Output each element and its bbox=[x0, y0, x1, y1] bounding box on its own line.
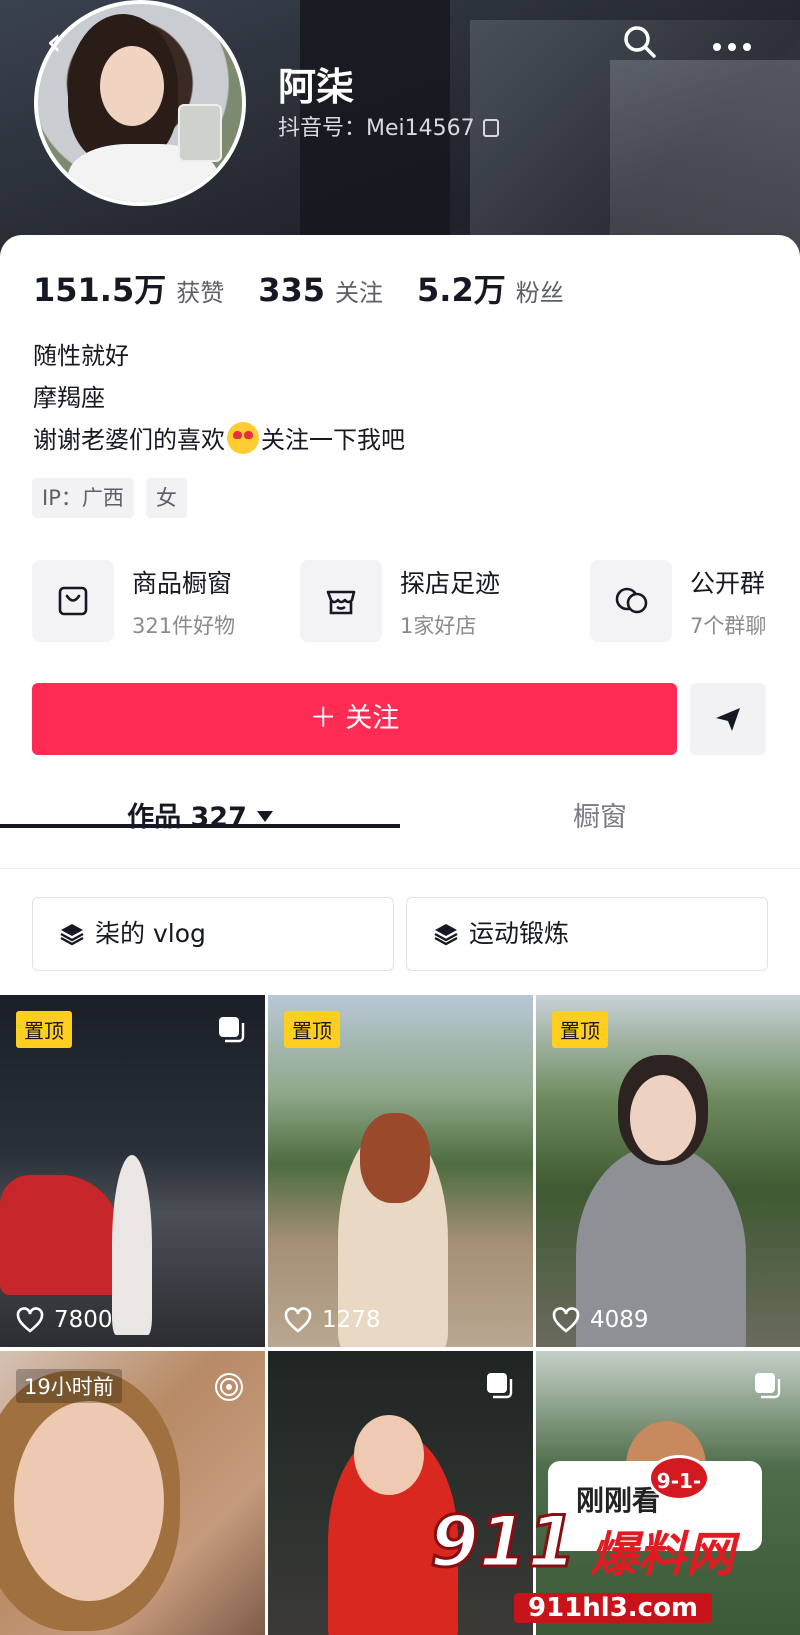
bio-text: 谢谢老婆们的喜欢 bbox=[33, 426, 225, 454]
video-tile[interactable]: 置顶 4089 bbox=[536, 995, 800, 1347]
feature-shop-window[interactable]: 商品橱窗 321件好物 bbox=[32, 560, 282, 644]
watermark-number: 911 bbox=[428, 1500, 577, 1585]
stat-value: 151.5万 bbox=[33, 271, 167, 309]
person bbox=[14, 1401, 164, 1601]
send-message-button[interactable] bbox=[690, 683, 766, 755]
multi-image-icon bbox=[219, 1017, 245, 1043]
profile-tags: IP：广西 女 bbox=[32, 478, 199, 518]
chat-icon bbox=[590, 560, 672, 642]
layers-icon bbox=[60, 924, 84, 946]
bio-line: 随性就好 bbox=[33, 342, 129, 370]
username: 阿柒 bbox=[278, 65, 355, 109]
stat-value: 335 bbox=[258, 271, 326, 309]
douyin-id: 抖音号：Mei14567 bbox=[278, 110, 499, 142]
content-tabs: 作品 327 橱窗 bbox=[0, 775, 800, 869]
video-tile[interactable]: 置顶 7800 bbox=[0, 995, 265, 1347]
feature-title: 公开群 bbox=[690, 569, 766, 598]
like-count: 7800 bbox=[16, 1307, 113, 1333]
stats-row: 151.5万 获赞 335 关注 5.2万 粉丝 bbox=[33, 265, 598, 309]
watermark-brand: 爆料网 bbox=[590, 1527, 735, 1583]
like-number: 1278 bbox=[322, 1307, 381, 1333]
video-tile[interactable]: 19小时前 bbox=[0, 1351, 265, 1635]
heart-icon bbox=[284, 1307, 312, 1333]
caret-down-icon bbox=[256, 811, 273, 822]
pinned-badge: 置顶 bbox=[552, 1011, 608, 1048]
stat-label: 关注 bbox=[335, 279, 384, 307]
multi-image-icon bbox=[755, 1373, 781, 1399]
stat-value: 5.2万 bbox=[417, 271, 506, 309]
tab-shop-window[interactable]: 橱窗 bbox=[400, 775, 800, 869]
collection-label: 柒的 vlog bbox=[95, 919, 206, 948]
shopping-bag-icon bbox=[32, 560, 114, 642]
feature-store-visits[interactable]: 探店足迹 1家好店 bbox=[300, 560, 550, 644]
watermark-seal: 9-1-1 bbox=[648, 1455, 710, 1539]
douyin-id-text: 抖音号：Mei14567 bbox=[278, 116, 475, 141]
stat-following[interactable]: 335 关注 bbox=[258, 271, 383, 309]
feature-title: 商品橱窗 bbox=[132, 569, 233, 598]
store-icon bbox=[300, 560, 382, 642]
tab-works[interactable]: 作品 327 bbox=[0, 775, 400, 869]
tab-indicator bbox=[0, 824, 400, 828]
bio-line: 摩羯座 bbox=[33, 384, 105, 412]
tab-label: 作品 327 bbox=[127, 802, 247, 833]
stat-followers[interactable]: 5.2万 粉丝 bbox=[417, 265, 564, 311]
pinned-badge: 置顶 bbox=[16, 1011, 72, 1048]
profile-header: ‹ 阿柒 抖音号：Mei14567 bbox=[0, 0, 800, 260]
gender-tag: 女 bbox=[145, 478, 187, 518]
stat-label: 粉丝 bbox=[515, 279, 564, 307]
layers-icon bbox=[434, 924, 458, 946]
feature-subtitle: 1家好店 bbox=[400, 614, 477, 638]
collection-label: 运动锻炼 bbox=[469, 919, 570, 948]
feature-entries: 商品橱窗 321件好物 探店足迹 1家好店 公开群 7个群聊 bbox=[32, 560, 792, 644]
follow-button[interactable]: ＋ 关注 bbox=[32, 683, 677, 755]
feature-public-groups[interactable]: 公开群 7个群聊 bbox=[590, 560, 800, 644]
back-icon[interactable]: ‹ bbox=[46, 22, 90, 66]
ip-tag: IP：广西 bbox=[32, 478, 134, 518]
like-number: 4089 bbox=[590, 1307, 649, 1333]
heart-icon bbox=[552, 1307, 580, 1333]
like-count: 1278 bbox=[284, 1307, 381, 1333]
live-icon bbox=[215, 1373, 243, 1401]
pinned-badge: 置顶 bbox=[284, 1011, 340, 1048]
stat-label: 获赞 bbox=[176, 279, 225, 307]
person bbox=[112, 1155, 152, 1335]
bio: 随性就好 摩羯座 谢谢老婆们的喜欢 关注一下我吧 bbox=[33, 335, 405, 461]
multi-image-icon bbox=[487, 1373, 513, 1399]
collections-row: 柒的 vlog 运动锻炼 bbox=[32, 897, 768, 971]
copy-icon[interactable] bbox=[482, 119, 499, 137]
collection-vlog[interactable]: 柒的 vlog bbox=[32, 897, 394, 971]
search-icon[interactable] bbox=[622, 24, 666, 68]
feature-title: 探店足迹 bbox=[400, 569, 501, 598]
feature-subtitle: 7个群聊 bbox=[690, 614, 767, 638]
stat-likes[interactable]: 151.5万 获赞 bbox=[33, 265, 224, 311]
heart-eyes-emoji-icon bbox=[227, 422, 259, 454]
more-icon[interactable] bbox=[712, 28, 756, 64]
heart-icon bbox=[16, 1307, 44, 1333]
send-icon bbox=[716, 708, 740, 731]
like-count: 4089 bbox=[552, 1307, 649, 1333]
video-tile[interactable]: 置顶 1278 bbox=[268, 995, 533, 1347]
red-car bbox=[0, 1175, 120, 1295]
feature-subtitle: 321件好物 bbox=[132, 614, 236, 638]
header-background-stone bbox=[610, 60, 800, 260]
collection-workout[interactable]: 运动锻炼 bbox=[406, 897, 768, 971]
bio-text: 关注一下我吧 bbox=[261, 426, 405, 454]
profile-card: 151.5万 获赞 335 关注 5.2万 粉丝 随性就好 摩羯座 谢谢老婆们的喜欢 关… bbox=[0, 235, 800, 1635]
post-time: 19小时前 bbox=[16, 1369, 122, 1403]
watermark-url: 911hl3.com bbox=[514, 1593, 713, 1623]
like-number: 7800 bbox=[54, 1307, 113, 1333]
bio-line: 谢谢老婆们的喜欢 关注一下我吧 bbox=[33, 419, 405, 461]
site-watermark: 刚刚看 9-1-1 911 爆料网 911hl3.com bbox=[428, 1455, 800, 1635]
